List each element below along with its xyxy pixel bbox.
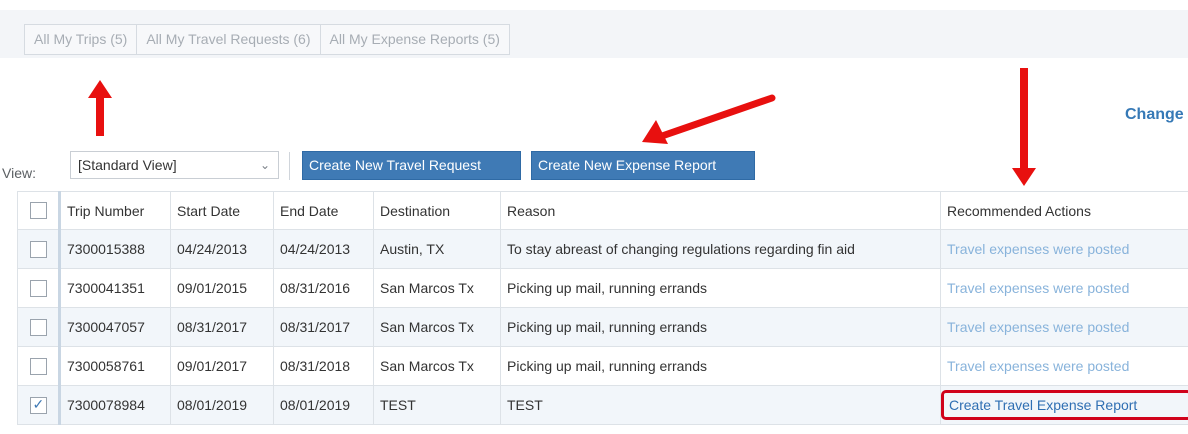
start-date-cell: 09/01/2017 bbox=[170, 346, 274, 386]
destination-cell: San Marcos Tx bbox=[373, 268, 501, 308]
row-select-cell bbox=[17, 307, 60, 347]
end-date-cell: 08/31/2018 bbox=[273, 346, 374, 386]
reason-cell: Picking up mail, running errands bbox=[500, 346, 941, 386]
end-date-cell: 08/31/2017 bbox=[273, 307, 374, 347]
row-select-cell bbox=[17, 385, 60, 425]
header-trip-number[interactable]: Trip Number bbox=[58, 191, 171, 230]
create-new-expense-report-button[interactable]: Create New Expense Report bbox=[531, 151, 755, 180]
header-reason[interactable]: Reason bbox=[500, 191, 941, 230]
trip-number-cell: 7300058761 bbox=[58, 346, 171, 386]
row-checkbox[interactable] bbox=[29, 279, 47, 297]
destination-cell: San Marcos Tx bbox=[373, 346, 501, 386]
table-row[interactable]: 7300058761 09/01/2017 08/31/2018 San Mar… bbox=[17, 346, 1188, 386]
start-date-cell: 08/31/2017 bbox=[170, 307, 274, 347]
recommended-action-link[interactable]: Travel expenses were posted bbox=[947, 358, 1129, 374]
chevron-down-icon: ⌄ bbox=[259, 158, 270, 172]
row-checkbox[interactable] bbox=[29, 357, 47, 375]
destination-cell: TEST bbox=[373, 385, 501, 425]
start-date-cell: 08/01/2019 bbox=[170, 385, 274, 425]
trip-number-cell: 7300015388 bbox=[58, 229, 171, 269]
view-label: View: bbox=[2, 165, 36, 181]
recommended-action-cell: Travel expenses were posted bbox=[940, 346, 1188, 386]
tab-all-my-expense-reports[interactable]: All My Expense Reports (5) bbox=[319, 24, 510, 55]
start-date-cell: 09/01/2015 bbox=[170, 268, 274, 308]
end-date-cell: 08/31/2016 bbox=[273, 268, 374, 308]
view-select[interactable]: [Standard View] ⌄ bbox=[70, 151, 279, 179]
header-destination[interactable]: Destination bbox=[373, 191, 501, 230]
table-row[interactable]: 7300041351 09/01/2015 08/31/2016 San Mar… bbox=[17, 268, 1188, 308]
tabs: All My Trips (5) All My Travel Requests … bbox=[24, 24, 510, 55]
tab-all-my-travel-requests[interactable]: All My Travel Requests (6) bbox=[136, 24, 320, 55]
destination-cell: San Marcos Tx bbox=[373, 307, 501, 347]
row-checkbox-checked[interactable] bbox=[29, 396, 47, 414]
reason-cell: Picking up mail, running errands bbox=[500, 268, 941, 308]
row-select-cell bbox=[17, 346, 60, 386]
trip-number-cell: 7300041351 bbox=[58, 268, 171, 308]
header-end-date[interactable]: End Date bbox=[273, 191, 374, 230]
recommended-action-cell-highlighted: Create Travel Expense Report bbox=[940, 385, 1188, 425]
row-select-cell bbox=[17, 229, 60, 269]
reason-cell: Picking up mail, running errands bbox=[500, 307, 941, 347]
select-all-checkbox[interactable] bbox=[29, 202, 47, 220]
tab-strip: All My Trips (5) All My Travel Requests … bbox=[0, 10, 1188, 58]
header-recommended-actions[interactable]: Recommended Actions bbox=[940, 191, 1188, 230]
recommended-action-link[interactable]: Travel expenses were posted bbox=[947, 241, 1129, 257]
create-new-travel-request-button[interactable]: Create New Travel Request bbox=[302, 151, 521, 180]
annotation-arrow-up-icon bbox=[88, 80, 112, 136]
row-checkbox[interactable] bbox=[29, 240, 47, 258]
recommended-action-link[interactable]: Travel expenses were posted bbox=[947, 280, 1129, 296]
change-link[interactable]: Change bbox=[1125, 106, 1184, 124]
end-date-cell: 04/24/2013 bbox=[273, 229, 374, 269]
table-row[interactable]: 7300047057 08/31/2017 08/31/2017 San Mar… bbox=[17, 307, 1188, 347]
tab-all-my-trips[interactable]: All My Trips (5) bbox=[24, 24, 137, 55]
recommended-action-cell: Travel expenses were posted bbox=[940, 268, 1188, 308]
recommended-action-cell: Travel expenses were posted bbox=[940, 229, 1188, 269]
header-start-date[interactable]: Start Date bbox=[170, 191, 274, 230]
table-header-row: Trip Number Start Date End Date Destinat… bbox=[17, 191, 1188, 230]
view-select-value: [Standard View] bbox=[78, 157, 177, 173]
table-row[interactable]: 7300015388 04/24/2013 04/24/2013 Austin,… bbox=[17, 229, 1188, 269]
end-date-cell: 08/01/2019 bbox=[273, 385, 374, 425]
row-select-cell bbox=[17, 268, 60, 308]
select-all-cell bbox=[17, 191, 60, 230]
trip-number-cell: 7300047057 bbox=[58, 307, 171, 347]
annotation-arrow-diagonal-icon bbox=[642, 94, 776, 144]
toolbar-separator bbox=[289, 152, 290, 180]
recommended-action-cell: Travel expenses were posted bbox=[940, 307, 1188, 347]
destination-cell: Austin, TX bbox=[373, 229, 501, 269]
start-date-cell: 04/24/2013 bbox=[170, 229, 274, 269]
row-checkbox[interactable] bbox=[29, 318, 47, 336]
create-travel-expense-report-link[interactable]: Create Travel Expense Report bbox=[947, 397, 1137, 413]
reason-cell: TEST bbox=[500, 385, 941, 425]
trips-table: Trip Number Start Date End Date Destinat… bbox=[17, 191, 1188, 425]
trip-number-cell: 7300078984 bbox=[58, 385, 171, 425]
table-row[interactable]: 7300078984 08/01/2019 08/01/2019 TEST TE… bbox=[17, 385, 1188, 425]
annotation-arrow-down-icon bbox=[1012, 68, 1036, 186]
recommended-action-link[interactable]: Travel expenses were posted bbox=[947, 319, 1129, 335]
reason-cell: To stay abreast of changing regulations … bbox=[500, 229, 941, 269]
